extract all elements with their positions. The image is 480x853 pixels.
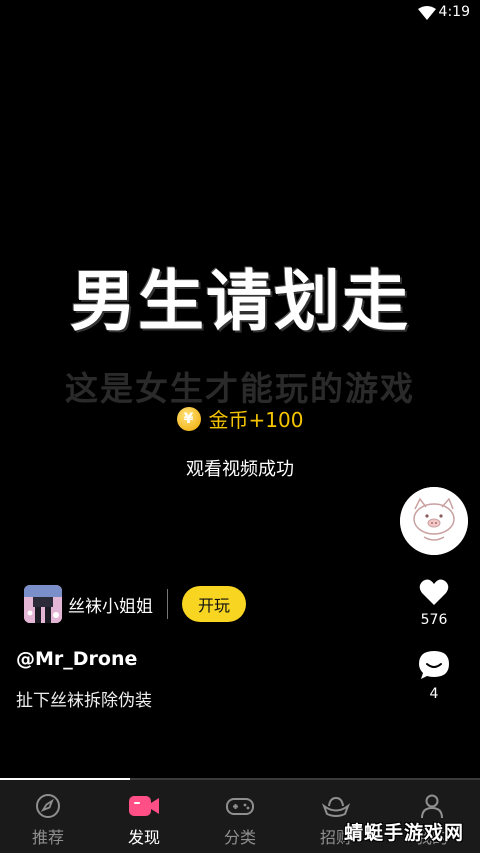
coin-reward: ¥ 金币+100 (0, 404, 480, 433)
coin-reward-text: 金币+100 (208, 408, 304, 432)
nav-item-recommend[interactable]: 推荐 (0, 780, 96, 853)
comment-icon[interactable] (418, 650, 450, 680)
play-game-button[interactable]: 开玩 (182, 586, 246, 622)
compass-icon (36, 794, 60, 818)
status-time: 4:19 (438, 4, 470, 20)
video-camera-icon (129, 796, 159, 816)
comment-count: 4 (429, 686, 439, 702)
video-subline: 这是女生才能玩的游戏 (65, 369, 415, 408)
like-count: 576 (420, 612, 448, 628)
divider (167, 589, 168, 619)
video-headline: 男生请划走 (70, 263, 410, 340)
comment-action[interactable]: 4 (400, 650, 468, 702)
video-caption: 扯下丝袜拆除伪装 (16, 691, 152, 711)
nav-label-discover: 发现 (127, 828, 160, 847)
nav-item-discover[interactable]: 发现 (96, 780, 192, 853)
gold-ingot-icon (321, 796, 351, 817)
wifi-icon (418, 5, 436, 24)
gamepad-icon (226, 798, 254, 815)
creator-avatar[interactable] (400, 487, 468, 555)
nav-label-category: 分类 (223, 828, 256, 847)
like-action[interactable]: 576 (400, 578, 468, 628)
game-card[interactable]: 丝袜小姐姐 开玩 (24, 585, 246, 623)
heart-icon[interactable] (419, 578, 449, 606)
nav-label-recommend: 推荐 (31, 828, 64, 847)
watch-success-message: 观看视频成功 (186, 459, 294, 480)
status-bar: 4:19 (0, 0, 480, 26)
game-thumbnail[interactable] (24, 585, 62, 623)
author-name[interactable]: @Mr_Drone (16, 648, 137, 670)
coin-icon: ¥ (176, 406, 201, 431)
user-icon (421, 794, 443, 819)
pig-face-icon (400, 487, 468, 555)
site-watermark: 蜻蜓手游戏网 (343, 821, 464, 844)
nav-item-category[interactable]: 分类 (192, 780, 288, 853)
game-name[interactable]: 丝袜小姐姐 (68, 592, 153, 617)
